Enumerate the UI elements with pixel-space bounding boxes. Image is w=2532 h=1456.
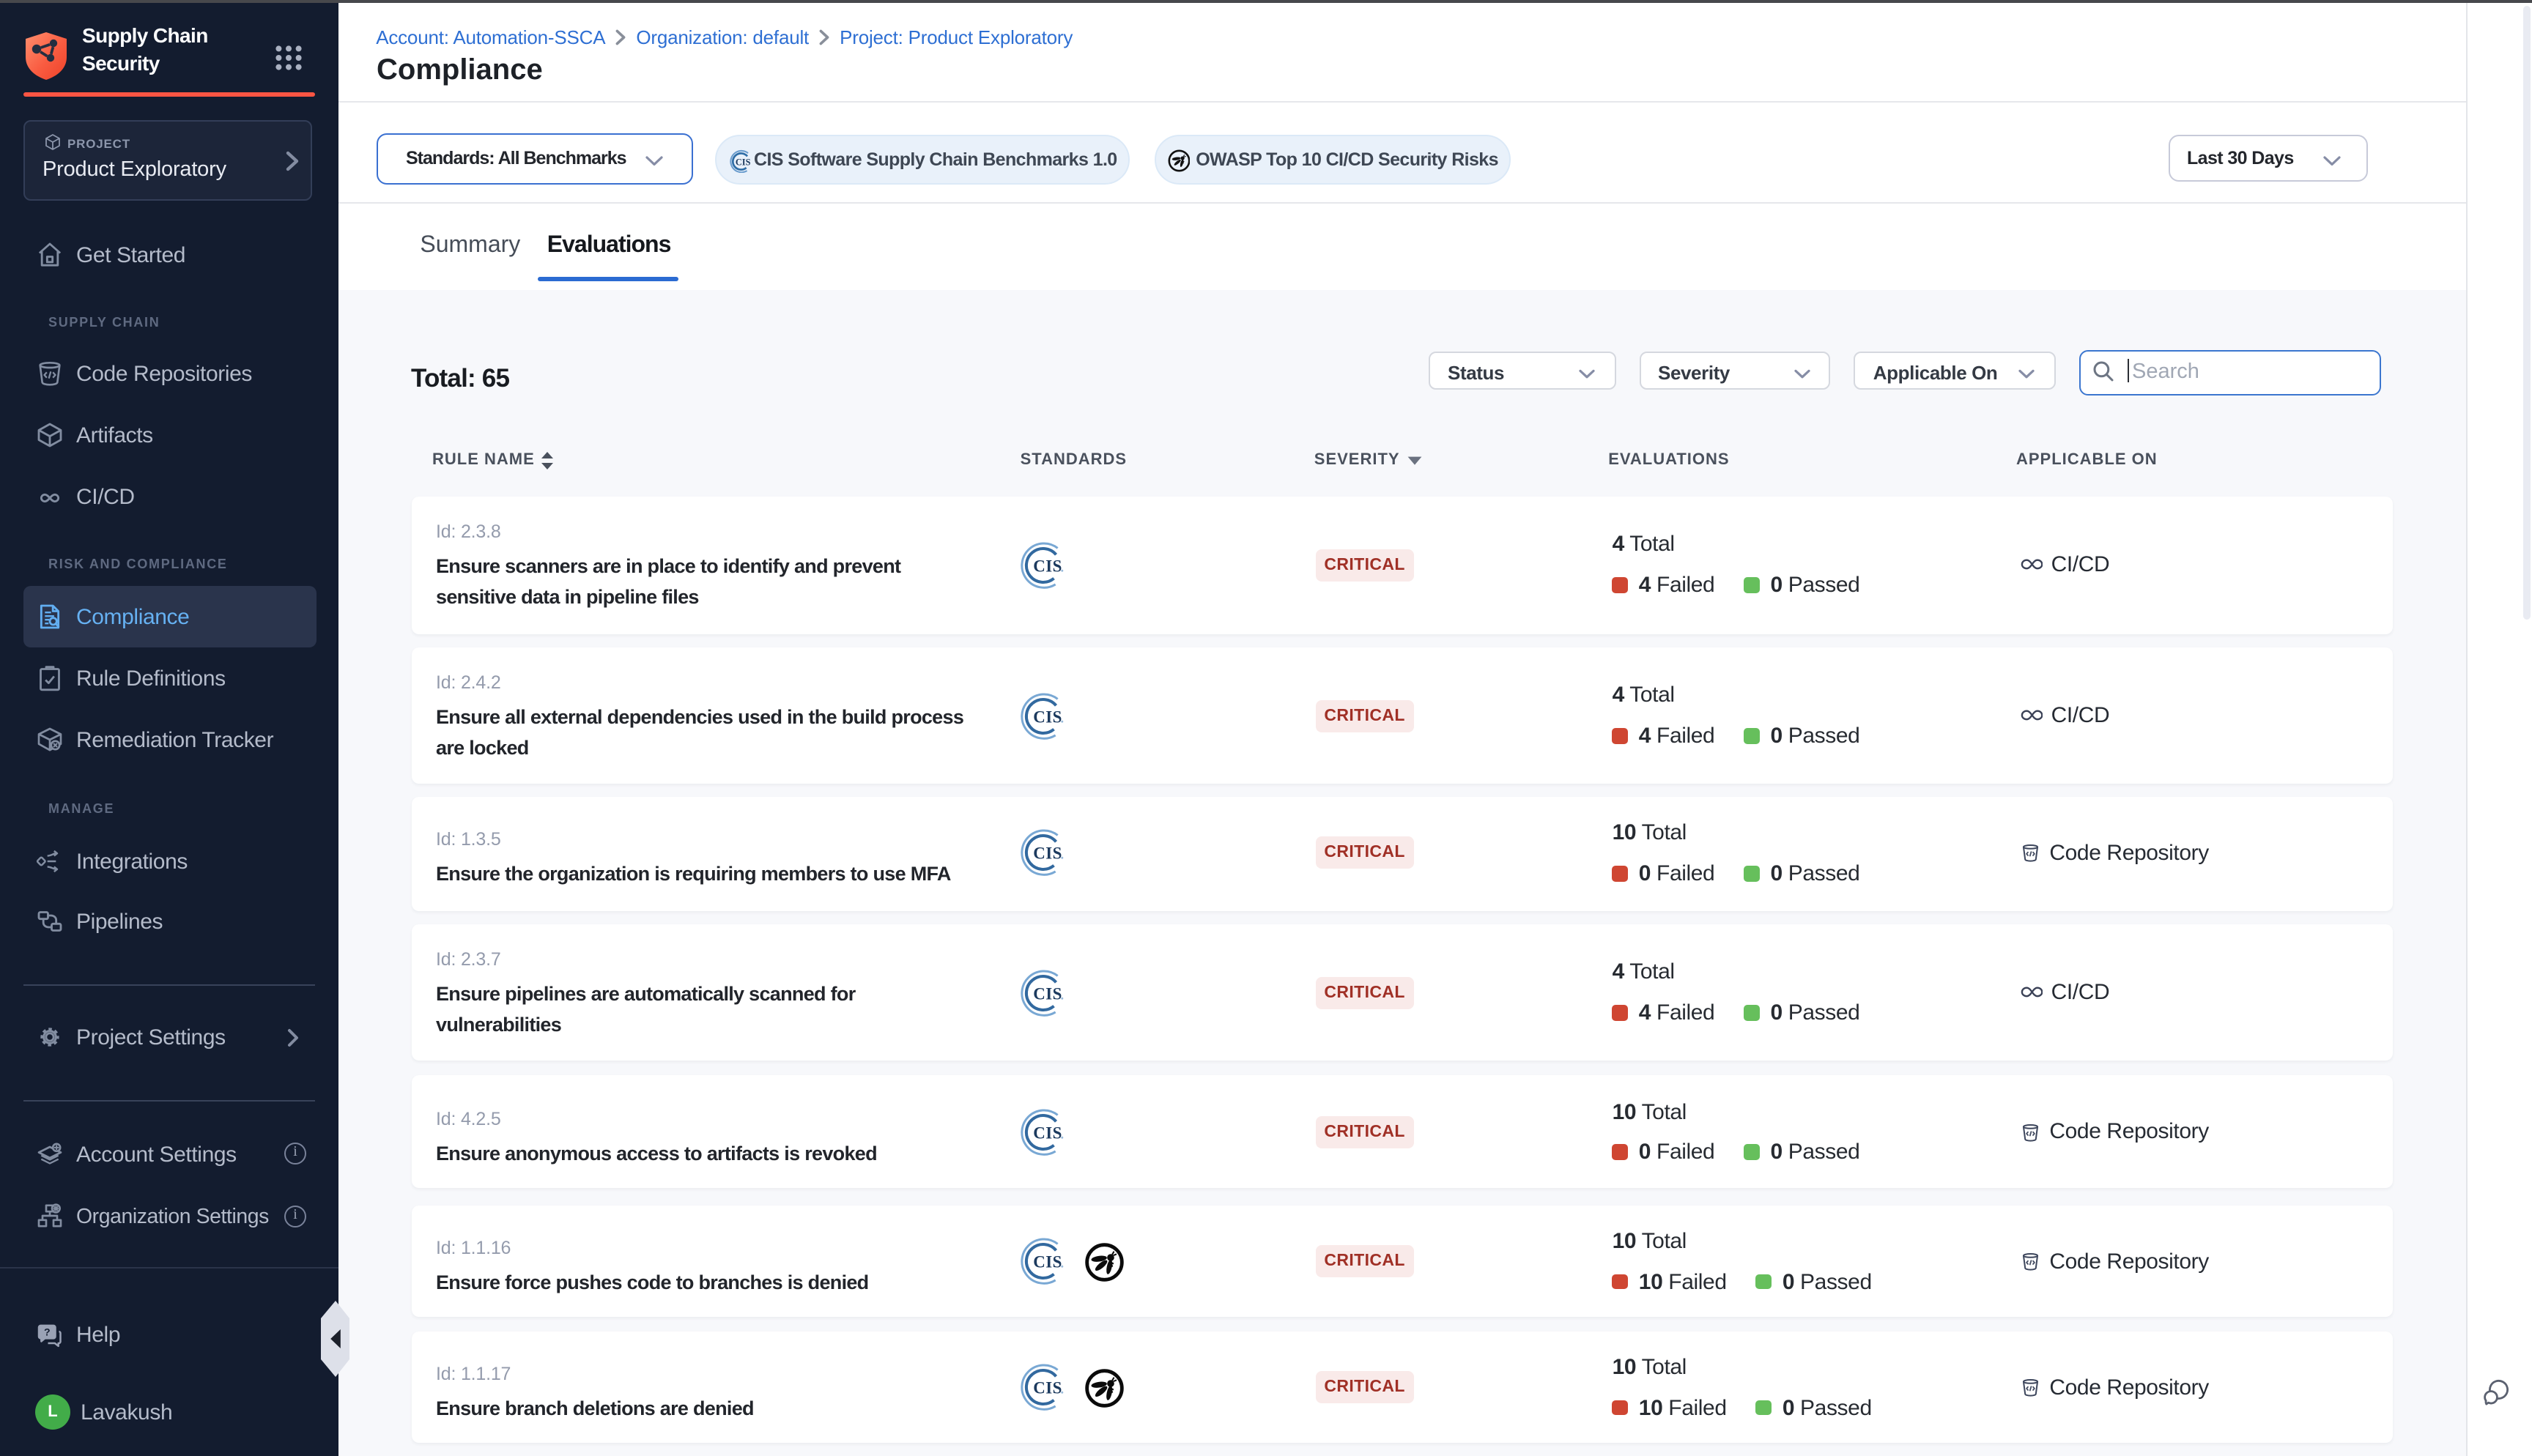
svg-text:?: ? [44,1326,51,1338]
svg-text:CIS: CIS [736,157,751,167]
